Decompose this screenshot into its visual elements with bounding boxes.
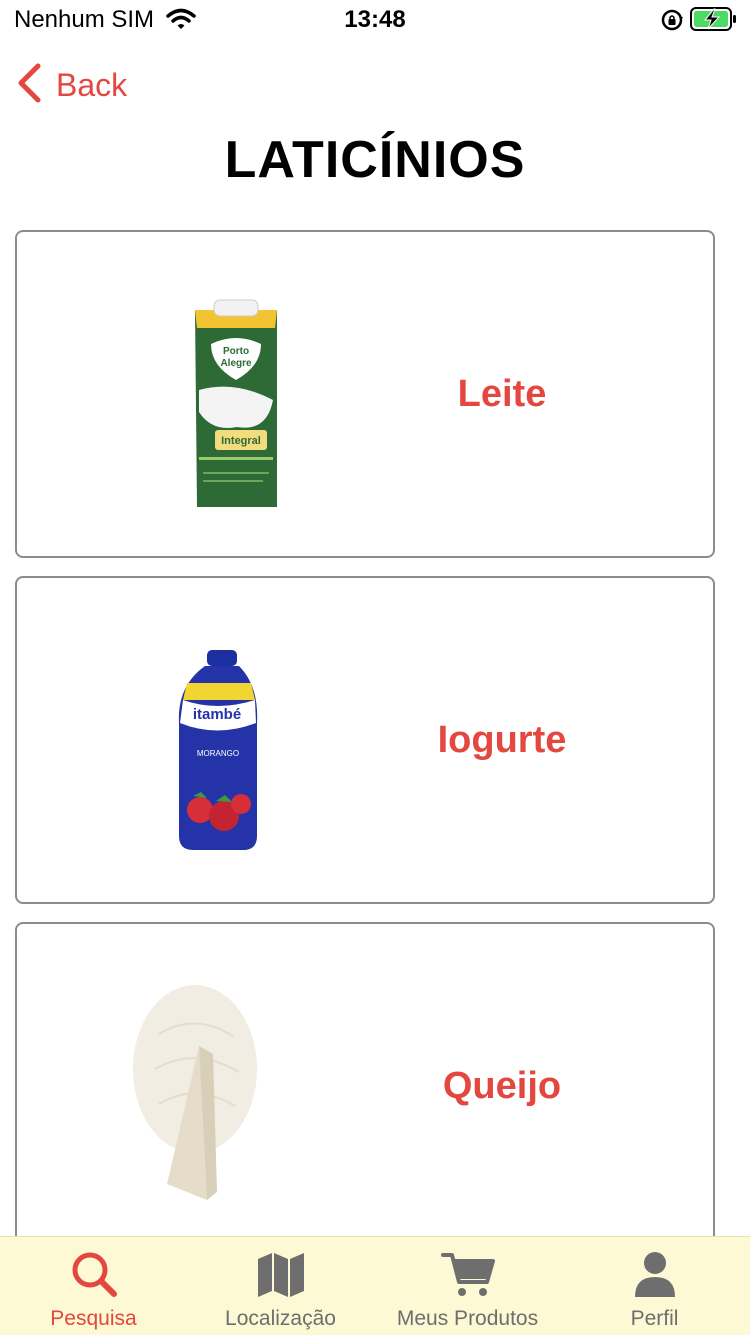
svg-text:Porto: Porto	[223, 346, 249, 357]
svg-text:Integral: Integral	[221, 435, 261, 447]
tab-label: Localização	[225, 1307, 336, 1330]
map-icon	[255, 1249, 307, 1304]
product-name: Queijo	[442, 1064, 562, 1107]
svg-text:MORANGO: MORANGO	[197, 749, 239, 758]
product-list[interactable]: Porto Alegre Integral Leite itambé MORAN…	[15, 230, 715, 1236]
product-card-queijo[interactable]: Queijo	[15, 922, 715, 1236]
cheese-icon	[117, 974, 357, 1204]
tab-perfil[interactable]: Perfil	[561, 1237, 748, 1335]
product-name: Leite	[457, 372, 547, 415]
milk-carton-icon: Porto Alegre Integral	[117, 282, 357, 512]
tab-localizacao[interactable]: Localização	[187, 1237, 374, 1335]
search-icon	[69, 1249, 119, 1304]
tab-bar: Pesquisa Localização Meus Produtos Perfi…	[0, 1236, 750, 1335]
tab-label: Meus Produtos	[396, 1307, 539, 1330]
product-card-iogurte[interactable]: itambé MORANGO Iogurte	[15, 576, 715, 904]
cart-icon	[440, 1249, 495, 1304]
tab-label: Perfil	[630, 1307, 679, 1330]
svg-text:itambé: itambé	[193, 706, 241, 723]
product-card-leite[interactable]: Porto Alegre Integral Leite	[15, 230, 715, 558]
back-button[interactable]: Back	[16, 63, 128, 108]
tab-meus-produtos[interactable]: Meus Produtos	[374, 1237, 561, 1335]
tab-pesquisa[interactable]: Pesquisa	[0, 1237, 187, 1335]
svg-text:Alegre: Alegre	[220, 358, 252, 369]
user-icon	[633, 1249, 677, 1304]
chevron-left-icon	[16, 63, 42, 108]
battery-icon	[690, 6, 738, 37]
status-bar: Nenhum SIM 13:48	[0, 0, 750, 40]
page-title: LATICÍNIOS	[224, 131, 526, 189]
yogurt-bottle-icon: itambé MORANGO	[117, 628, 357, 858]
back-label: Back	[56, 66, 128, 103]
product-name: Iogurte	[437, 718, 567, 761]
clock: 13:48	[344, 6, 406, 33]
tab-label: Pesquisa	[50, 1307, 137, 1330]
rotation-lock-icon	[660, 8, 684, 37]
